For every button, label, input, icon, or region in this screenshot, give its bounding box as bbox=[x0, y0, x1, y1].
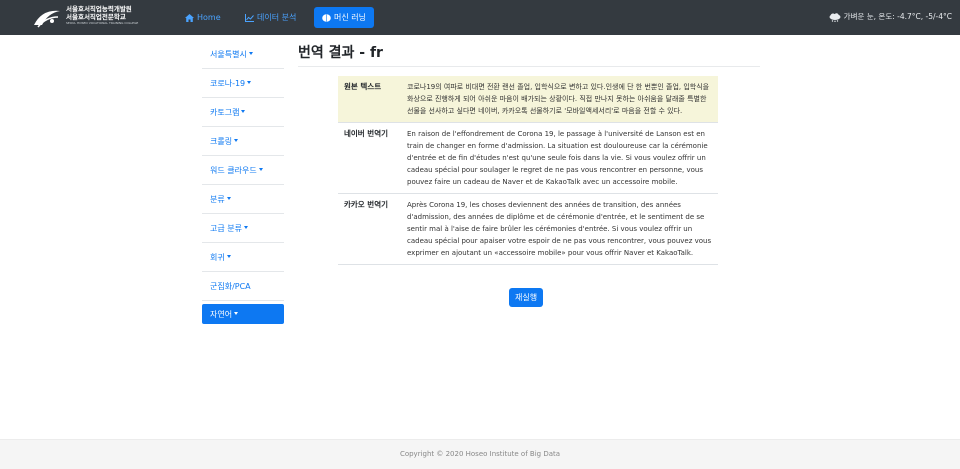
sidebar-item-label: 서울특별시 bbox=[210, 49, 247, 59]
sidebar-item-label: 카토그램 bbox=[210, 107, 240, 117]
sidebar-item-advanced-classification[interactable]: 고급 분류 bbox=[202, 214, 284, 243]
sidebar-item-label: 코로나-19 bbox=[210, 78, 246, 88]
sidebar-item-label: 고급 분류 bbox=[210, 223, 242, 233]
caret-down-icon bbox=[248, 51, 253, 55]
sidebar-item-nlp[interactable]: 자연어 bbox=[202, 304, 284, 324]
source-text: 코로나19의 여파로 비대면 전환 랜선 졸업, 입학식으로 변하고 있다.인생… bbox=[407, 83, 710, 115]
caret-down-icon bbox=[234, 311, 239, 315]
translation-results-table: 원본 텍스트 코로나19의 여파로 비대면 전환 랜선 졸업, 입학식으로 변하… bbox=[338, 76, 718, 265]
sidebar-item-seoul[interactable]: 서울특별시 bbox=[202, 40, 284, 69]
sidebar-item-covid19[interactable]: 코로나-19 bbox=[202, 69, 284, 98]
table-row: 네이버 번역기 En raison de l'effondrement de C… bbox=[338, 122, 718, 193]
caret-down-icon bbox=[226, 254, 231, 258]
nav-data-analysis[interactable]: 데이터 분석 bbox=[245, 8, 296, 28]
nav-home-label: Home bbox=[197, 13, 221, 22]
caret-down-icon bbox=[247, 80, 252, 84]
chart-line-icon bbox=[245, 14, 254, 22]
footer-copyright: Copyright © 2020 Hoseo Institute of Big … bbox=[399, 450, 561, 458]
caret-down-icon bbox=[241, 109, 246, 113]
table-bottom-border bbox=[338, 264, 718, 265]
sidebar-item-label: 군집화/PCA bbox=[210, 281, 251, 291]
brand-line3: SEOUL HOSEO VOCATIONAL TRAINING COLLEGE bbox=[66, 21, 139, 25]
brand-line1: 서울호서직업능력개발원 bbox=[66, 5, 132, 13]
brain-icon bbox=[322, 13, 331, 22]
rerun-button[interactable]: 재실행 bbox=[509, 288, 544, 307]
sidebar-item-label: 워드 클라우드 bbox=[210, 165, 257, 175]
naver-translation-text: En raison de l'effondrement de Corona 19… bbox=[407, 130, 708, 186]
nav-home[interactable]: Home bbox=[185, 8, 221, 28]
sidebar-item-label: 자연어 bbox=[210, 309, 233, 319]
brand-name: 서울호서직업능력개발원 서울호서직업전문학교 SEOUL HOSEO VOCAT… bbox=[66, 5, 138, 26]
table-row: 카카오 번역기 Après Corona 19, les choses devi… bbox=[338, 193, 718, 264]
sidebar-item-cartogram[interactable]: 카토그램 bbox=[202, 98, 284, 127]
nav-machine-learning-label: 머신 러닝 bbox=[334, 12, 366, 22]
table-row: 원본 텍스트 코로나19의 여파로 비대면 전환 랜선 졸업, 입학식으로 변하… bbox=[338, 76, 718, 122]
logo-mark-icon bbox=[34, 10, 60, 28]
caret-down-icon bbox=[234, 138, 239, 142]
sidebar-item-label: 분류 bbox=[210, 194, 225, 204]
row-label-kakao: 카카오 번역기 bbox=[344, 200, 389, 209]
sidebar-item-label: 회귀 bbox=[210, 252, 225, 262]
weather-widget: 가벼운 눈, 온도: -4.7°C, -5/-4°C bbox=[829, 10, 952, 24]
caret-down-icon bbox=[243, 225, 248, 229]
row-label-naver: 네이버 번역기 bbox=[344, 129, 389, 138]
kakao-translation-text: Après Corona 19, les choses deviennent d… bbox=[407, 201, 712, 257]
home-icon bbox=[185, 14, 194, 22]
brand-logo[interactable]: 서울호서직업능력개발원 서울호서직업전문학교 SEOUL HOSEO VOCAT… bbox=[32, 5, 142, 30]
top-navbar: 서울호서직업능력개발원 서울호서직업전문학교 SEOUL HOSEO VOCAT… bbox=[0, 0, 960, 35]
nav-machine-learning[interactable]: 머신 러닝 bbox=[314, 7, 374, 28]
sidebar: 서울특별시 코로나-19 카토그램 크롤링 워드 클라우드 분류 고급 분류 회… bbox=[202, 40, 284, 324]
sidebar-item-wordcloud[interactable]: 워드 클라우드 bbox=[202, 156, 284, 185]
snow-cloud-icon bbox=[829, 12, 841, 22]
page-title: 번역 결과 - fr bbox=[298, 45, 383, 61]
row-label-source: 원본 텍스트 bbox=[344, 82, 382, 91]
sidebar-item-crawling[interactable]: 크롤링 bbox=[202, 127, 284, 156]
title-divider bbox=[298, 66, 760, 67]
caret-down-icon bbox=[226, 196, 231, 200]
weather-text: 가벼운 눈, 온도: -4.7°C, -5/-4°C bbox=[843, 12, 952, 21]
brand-line2: 서울호서직업전문학교 bbox=[66, 13, 126, 21]
sidebar-item-classification[interactable]: 분류 bbox=[202, 185, 284, 214]
sidebar-item-regression[interactable]: 회귀 bbox=[202, 243, 284, 272]
sidebar-item-clustering-pca[interactable]: 군집화/PCA bbox=[202, 272, 284, 301]
sidebar-item-label: 크롤링 bbox=[210, 136, 233, 146]
footer: Copyright © 2020 Hoseo Institute of Big … bbox=[0, 439, 960, 469]
caret-down-icon bbox=[258, 167, 263, 171]
nav-data-analysis-label: 데이터 분석 bbox=[257, 13, 297, 22]
